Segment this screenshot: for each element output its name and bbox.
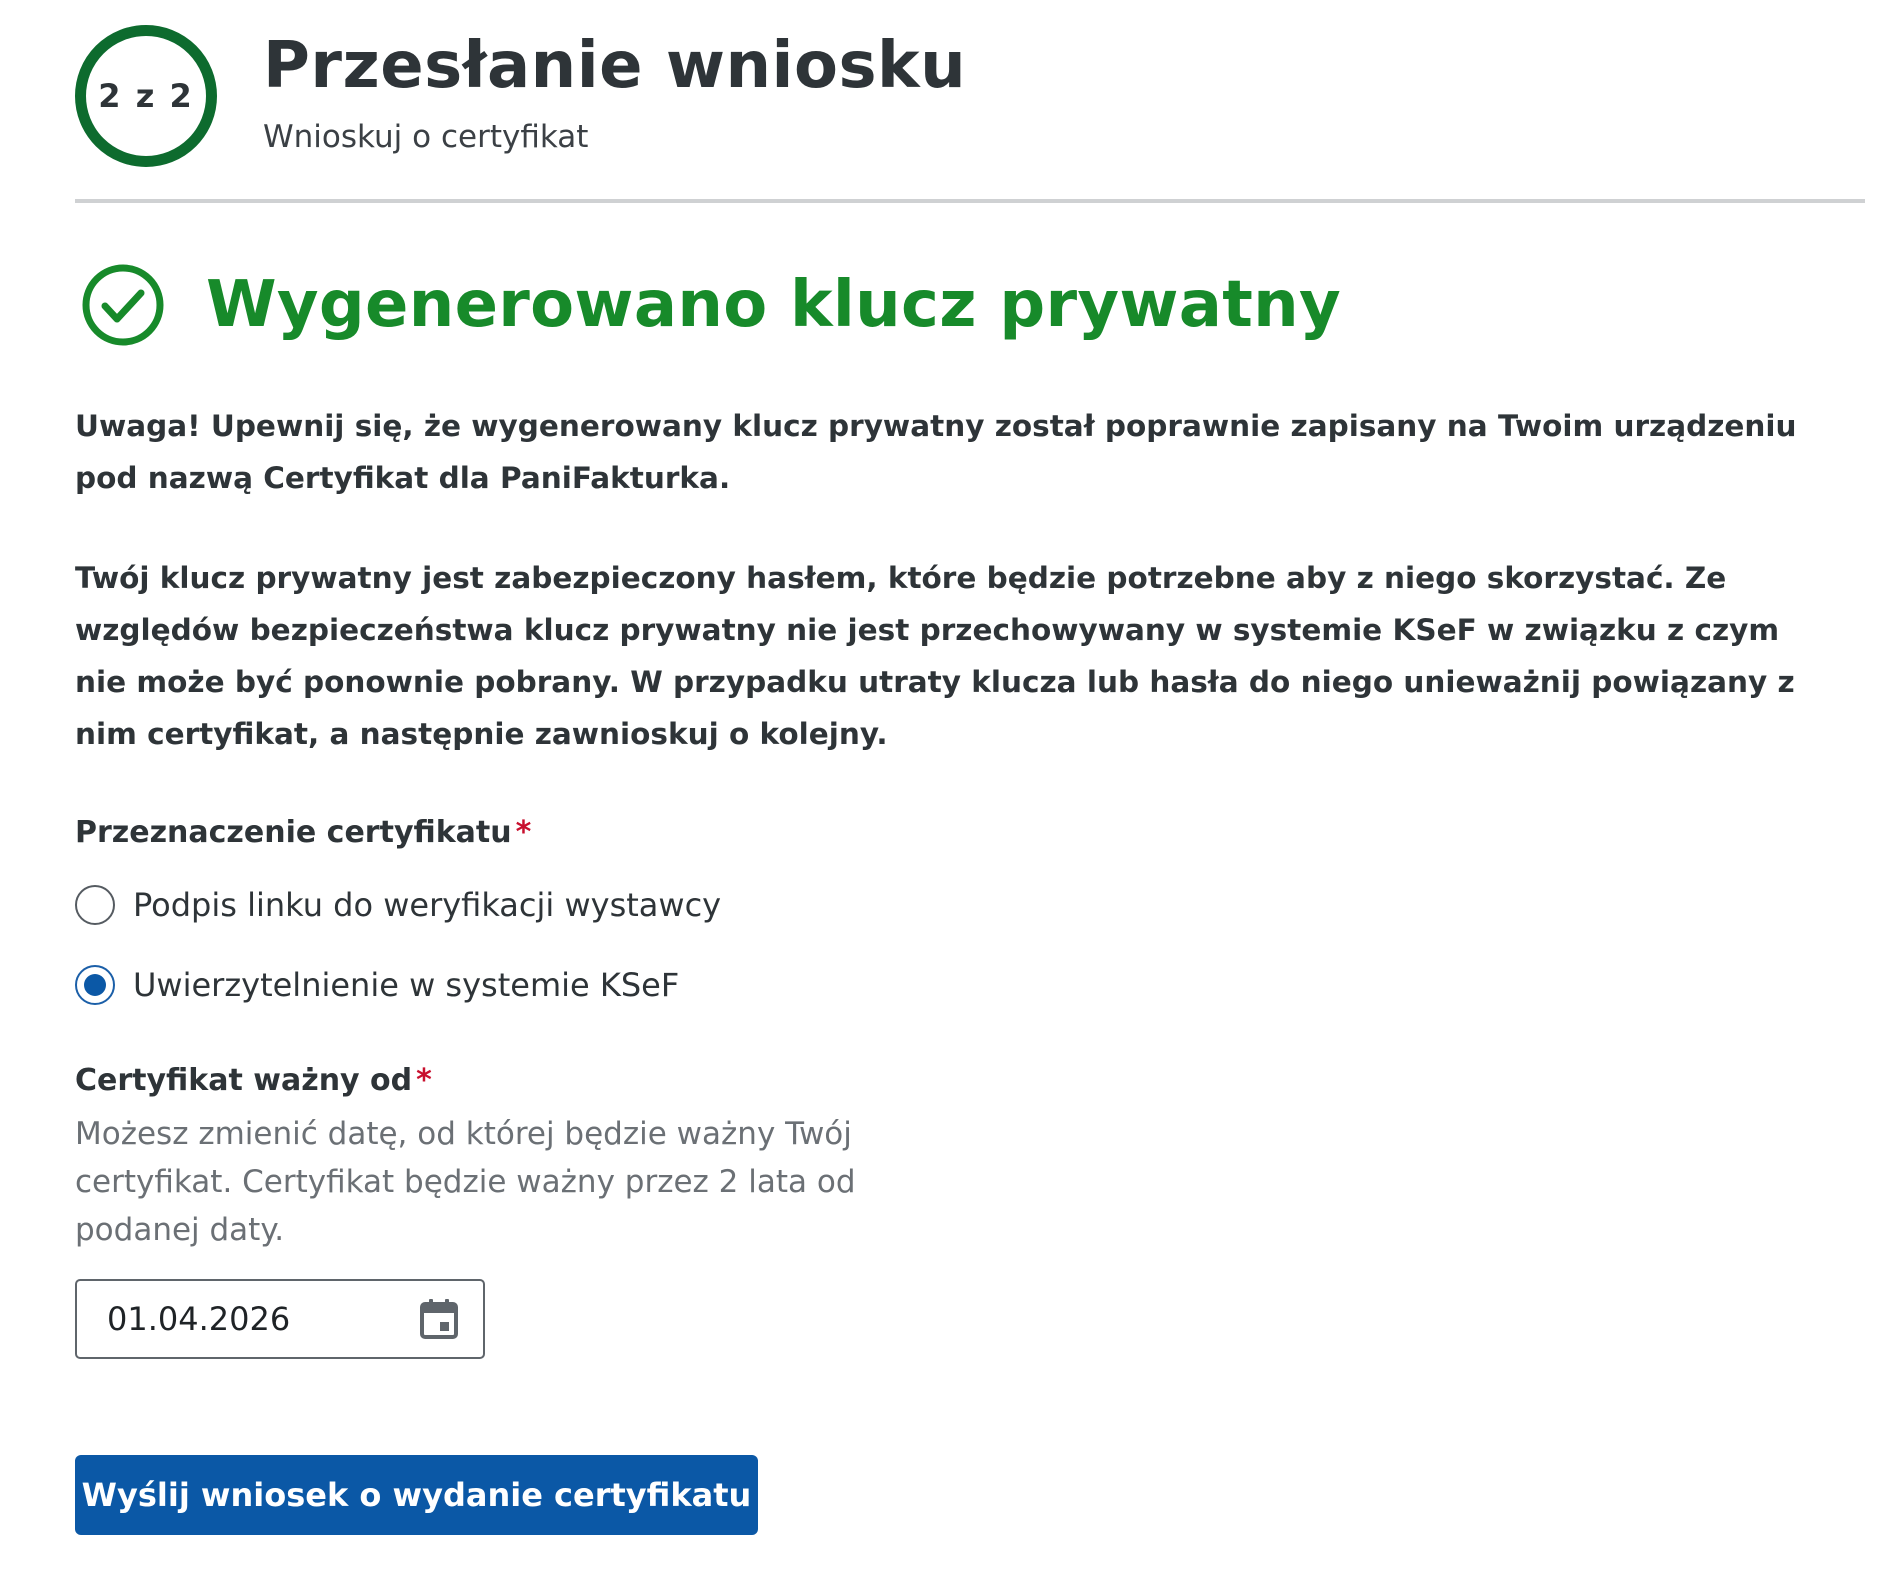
notice-paragraph-save-key: Uwaga! Upewnij się, że wygenerowany kluc…: [75, 409, 1797, 495]
required-marker: *: [416, 1063, 432, 1098]
radio-label-link-signature: Podpis linku do weryfikacji wystawcy: [133, 886, 722, 924]
valid-from-label: Certyfikat ważny od *: [75, 1063, 432, 1098]
valid-from-date-input[interactable]: 01.04.2026: [75, 1279, 485, 1359]
step-indicator: 2 z 2: [75, 25, 217, 167]
success-heading: Wygenerowano klucz prywatny: [80, 262, 1341, 348]
valid-from-help-text: Możesz zmienić datę, od której będzie wa…: [75, 1116, 856, 1248]
radio-button-checked[interactable]: [75, 965, 115, 1005]
radio-option-link-signature[interactable]: Podpis linku do weryfikacji wystawcy: [75, 885, 721, 925]
page-title: Przesłanie wniosku: [263, 29, 967, 103]
check-circle-icon: [80, 262, 166, 348]
purpose-label-text: Przeznaczenie certyfikatu: [75, 815, 512, 850]
success-title: Wygenerowano klucz prywatny: [206, 268, 1342, 342]
radio-label-ksef-authentication: Uwierzytelnienie w systemie KSeF: [133, 966, 680, 1004]
required-marker: *: [515, 815, 532, 850]
purpose-label: Przeznaczenie certyfikatu *: [75, 815, 531, 850]
header-divider: [75, 199, 1865, 203]
step-indicator-text: 2 z 2: [98, 77, 194, 115]
radio-button-unchecked[interactable]: [75, 885, 115, 925]
header-text: Przesłanie wniosku Wnioskuj o certyfikat: [263, 29, 967, 156]
notice-paragraph-key-security: Twój klucz prywatny jest zabezpieczony h…: [75, 561, 1795, 751]
valid-from-label-text: Certyfikat ważny od: [75, 1063, 413, 1098]
page-subtitle: Wnioskuj o certyfikat: [263, 119, 589, 156]
calendar-icon[interactable]: [419, 1298, 459, 1340]
date-value[interactable]: 01.04.2026: [107, 1300, 419, 1338]
step-header: 2 z 2 Przesłanie wniosku Wnioskuj o cert…: [75, 25, 1865, 167]
radio-option-ksef-authentication[interactable]: Uwierzytelnienie w systemie KSeF: [75, 965, 679, 1005]
submit-certificate-request-button[interactable]: Wyślij wniosek o wydanie certyfikatu: [75, 1455, 758, 1535]
